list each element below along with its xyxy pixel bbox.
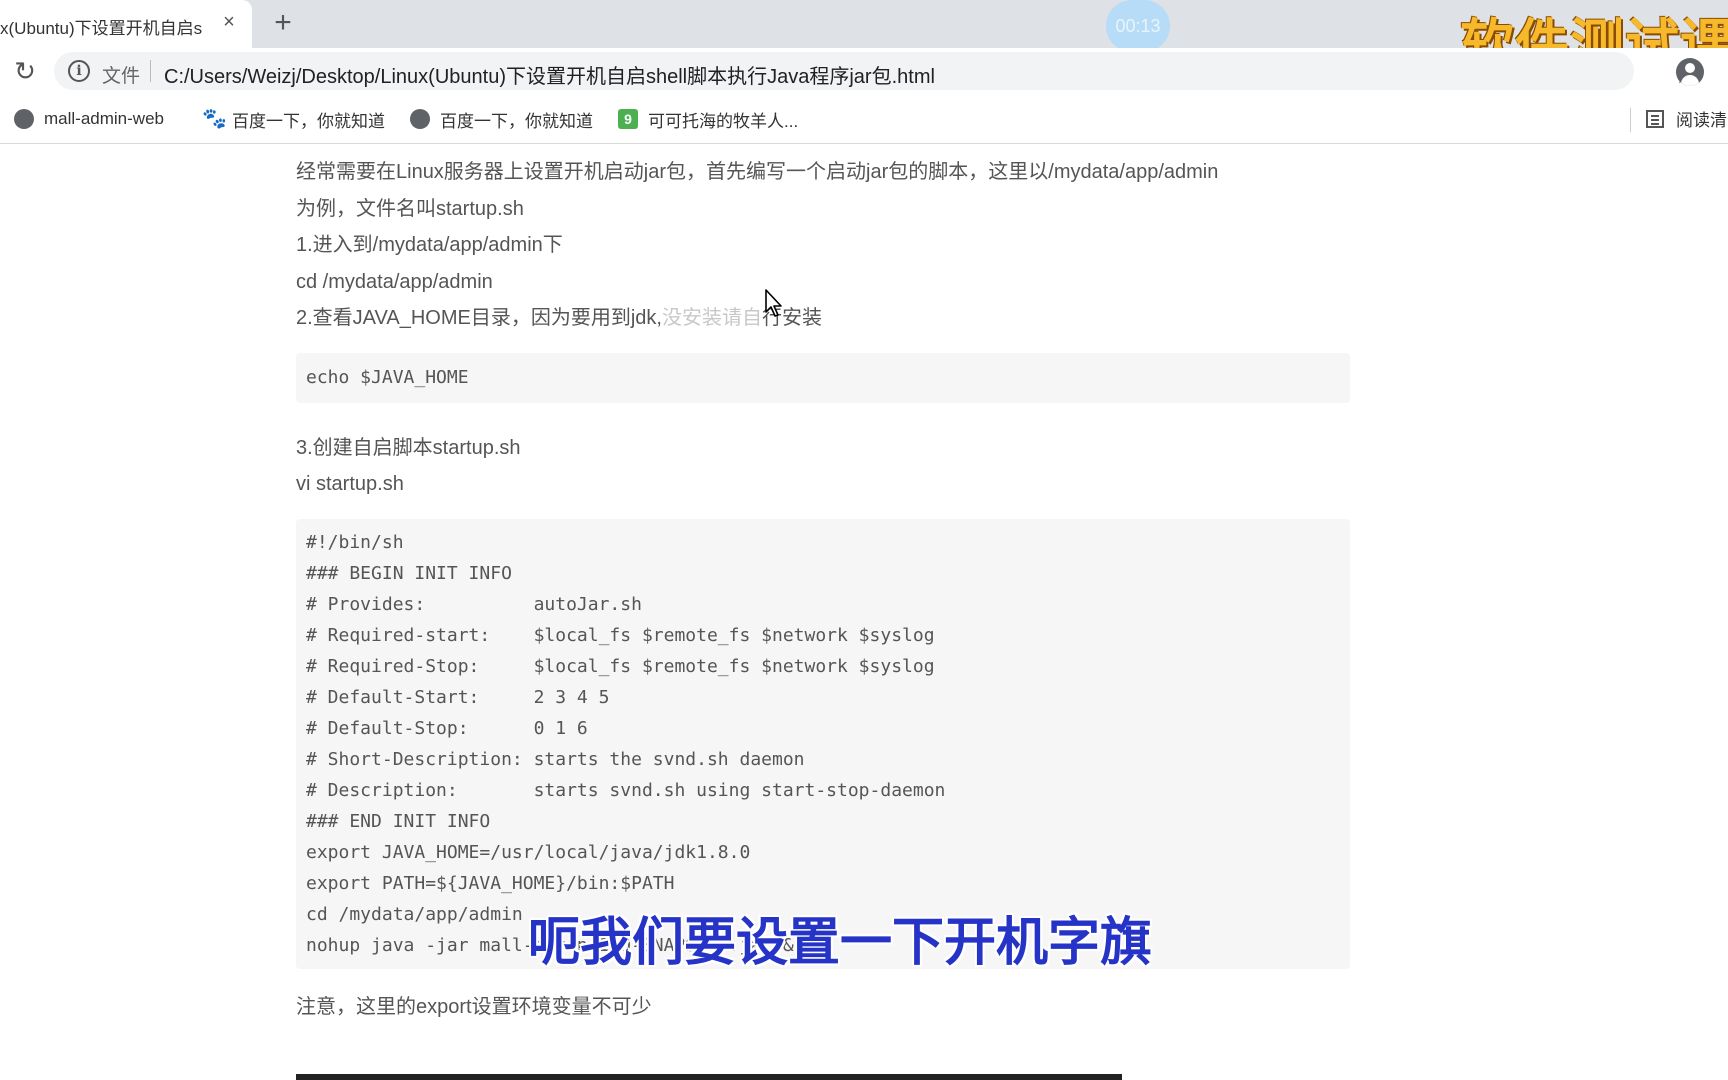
code-line: ### END INIT INFO [306,810,491,832]
code-line: # Description: starts svnd.sh using star… [306,779,946,801]
intro-line-1: 经常需要在Linux服务器上设置开机启动jar包，首先编写一个启动jar包的脚本… [296,161,1219,183]
new-tab-icon[interactable]: + [268,8,298,38]
recording-timer: 00:13 [1106,0,1170,52]
paw-icon: 🐾 [202,108,227,130]
green-square-icon: 9 [618,109,638,129]
address-bar[interactable]: i 文件 C:/Users/Weizj/Desktop/Linux(Ubuntu… [54,52,1696,90]
code-line: # Provides: autoJar.sh [306,593,642,615]
step-2-text: 2.查看JAVA_HOME目录，因为要用到jdk,没安装请自行安装 [296,300,1350,337]
bookmarks-separator [1630,108,1631,132]
tab-active[interactable]: x(Ubuntu)下设置开机自启s × [0,0,252,48]
bookmark-baidu-2[interactable]: 百度一下，你就知道 [410,106,593,132]
next-code-block-edge [296,1074,1122,1080]
article-content: 经常需要在Linux服务器上设置开机启动jar包，首先编写一个启动jar包的脚本… [296,144,1350,1025]
bookmark-label: 可可托海的牧羊人... [648,111,799,131]
code-block-java-home: echo $JAVA_HOME [296,352,1350,403]
globe-icon [14,109,34,129]
code-line: ### BEGIN INIT INFO [306,562,512,584]
reading-list-icon [1646,109,1664,128]
tab-close-icon[interactable]: × [218,11,240,33]
url-text[interactable]: C:/Users/Weizj/Desktop/Linux(Ubuntu)下设置开… [164,60,935,89]
profile-avatar-icon[interactable] [1676,58,1704,86]
code-line: # Short-Description: starts the svnd.sh … [306,748,805,770]
code-line: # Default-Start: 2 3 4 5 [306,686,610,708]
globe-icon [410,109,430,129]
bookmark-label: mall-admin-web [44,109,164,128]
code-line: # Required-Stop: $local_fs $remote_fs $n… [306,655,935,677]
note-text: 注意，这里的export设置环境变量不可少 [296,995,652,1018]
info-icon[interactable]: i [68,60,90,82]
code-line: export JAVA_HOME=/usr/local/java/jdk1.8.… [306,841,751,863]
bookmark-label: 百度一下，你就知道 [440,111,593,131]
tab-title: x(Ubuntu)下设置开机自启s [0,19,203,38]
step-1-command: cd /mydata/app/admin [296,270,493,293]
step-2-main: 2.查看JAVA_HOME目录，因为要用到jdk, [296,307,662,329]
code-line: #!/bin/sh [306,531,404,553]
code-line: # Required-start: $local_fs $remote_fs $… [306,624,935,646]
site-info-label[interactable]: 文件 [102,61,140,88]
code-line: # Default-Stop: 0 1 6 [306,717,588,739]
bookmark-mall-admin-web[interactable]: mall-admin-web [14,106,164,132]
address-separator [150,60,151,82]
bookmark-baidu-1[interactable]: 🐾 百度一下，你就知道 [202,106,385,132]
step-3-text: 3.创建自启脚本startup.sh [296,436,521,459]
bookmark-keketuohai[interactable]: 9 可可托海的牧羊人... [618,106,798,132]
mouse-cursor-icon [765,289,782,317]
step-1-text: 1.进入到/mydata/app/admin下 [296,234,563,256]
intro-line-2: 为例，文件名叫startup.sh [296,197,524,220]
browser-toolbar: ↻ i 文件 C:/Users/Weizj/Desktop/Linux(Ubun… [0,48,1728,96]
step-3-command: vi startup.sh [296,473,404,495]
bookmark-label: 百度一下，你就知道 [232,111,385,131]
step-2-faded: 没安装请自 [661,307,762,329]
reading-list-button[interactable]: 阅读清 [1646,106,1727,131]
reading-list-label: 阅读清 [1676,111,1727,130]
video-subtitle: 呃我们要设置一下开机字旗 [528,914,1153,972]
code-line: export PATH=${JAVA_HOME}/bin:$PATH [306,872,675,894]
tab-strip: x(Ubuntu)下设置开机自启s × + 00:13 软件测试课 [0,0,1728,64]
bookmarks-bar: mall-admin-web 🐾 百度一下，你就知道 百度一下，你就知道 9 可… [0,96,1728,144]
reload-icon[interactable]: ↻ [10,56,40,86]
